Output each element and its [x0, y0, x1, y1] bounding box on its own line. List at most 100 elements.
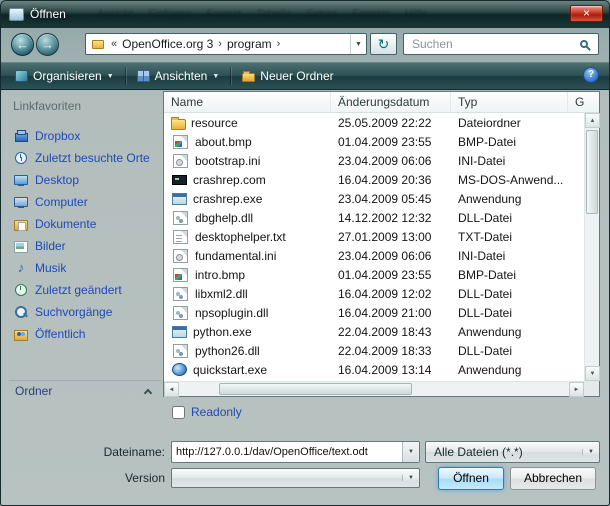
sidebar-item-label: Dropbox	[35, 129, 80, 143]
filename-dropdown-button[interactable]: ▼	[402, 442, 419, 462]
folders-expander[interactable]: Ordner	[9, 380, 161, 398]
sidebar-item-label: Musik	[35, 261, 66, 275]
sidebar-item-recently-changed[interactable]: Zuletzt geändert	[9, 279, 161, 301]
folders-label: Ordner	[15, 384, 52, 398]
breadcrumb-separator-icon[interactable]: ›	[215, 38, 225, 50]
chevron-down-icon: ▼	[588, 449, 594, 455]
back-arrow-icon: ←	[16, 37, 29, 52]
table-row[interactable]: npsoplugin.dll 16.04.2009 21:00 DLL-Date…	[164, 303, 584, 322]
file-name: intro.bmp	[195, 268, 245, 282]
horizontal-scrollbar[interactable]: ◄ ►	[164, 381, 584, 396]
address-bar[interactable]: « OpenOffice.org 3 › program › ▼	[85, 33, 367, 55]
favorites-header: Linkfavoriten	[13, 99, 161, 113]
pictures-icon	[13, 239, 29, 253]
breadcrumb-item[interactable]: program	[225, 37, 274, 51]
sidebar-item-dropbox[interactable]: Dropbox	[9, 125, 161, 147]
table-row[interactable]: about.bmp 01.04.2009 23:55 BMP-Datei	[164, 132, 584, 151]
sidebar-item-music[interactable]: ♪ Musik	[9, 257, 161, 279]
chevron-down-icon: ▼	[408, 475, 414, 481]
table-row[interactable]: intro.bmp 01.04.2009 23:55 BMP-Datei	[164, 265, 584, 284]
organize-button[interactable]: Organisieren ▼	[7, 66, 122, 86]
file-date: 01.04.2009 23:55	[331, 135, 451, 149]
table-row[interactable]: python26.dll 22.04.2009 18:33 DLL-Datei	[164, 341, 584, 360]
filetype-select[interactable]: Alle Dateien (*.*) ▼	[425, 441, 600, 463]
column-header-type[interactable]: Typ	[451, 92, 568, 112]
file-date: 01.04.2009 23:55	[331, 268, 451, 282]
table-row[interactable]: python.exe 22.04.2009 18:43 Anwendung	[164, 322, 584, 341]
file-date: 16.04.2009 21:00	[331, 306, 451, 320]
breadcrumb-separator-icon[interactable]: ›	[274, 38, 284, 50]
new-folder-button[interactable]: Neuer Ordner	[234, 66, 341, 86]
back-button[interactable]: ←	[11, 33, 34, 56]
filename-label: Dateiname:	[21, 445, 165, 459]
forward-arrow-icon: →	[41, 37, 54, 52]
sidebar-item-label: Dokumente	[35, 217, 96, 231]
sidebar-item-label: Desktop	[35, 173, 79, 187]
table-row[interactable]: resource 25.05.2009 22:22 Dateiordner	[164, 113, 584, 132]
table-row[interactable]: libxml2.dll 16.04.2009 12:02 DLL-Datei	[164, 284, 584, 303]
table-row[interactable]: dbghelp.dll 14.12.2002 12:32 DLL-Datei	[164, 208, 584, 227]
sidebar: Linkfavoriten Dropbox Zuletzt besuchte O…	[9, 95, 161, 397]
sidebar-item-pictures[interactable]: Bilder	[9, 235, 161, 257]
scroll-down-button[interactable]: ▼	[585, 366, 600, 381]
help-button[interactable]: ?	[583, 67, 599, 83]
vertical-scrollbar[interactable]: ▲ ▼	[584, 113, 599, 381]
filename-input[interactable]	[172, 442, 402, 462]
sidebar-item-public[interactable]: Öffentlich	[9, 323, 161, 345]
column-header-name[interactable]: Name	[164, 92, 331, 112]
file-name: about.bmp	[195, 135, 252, 149]
txt-file-icon	[173, 230, 188, 244]
close-button[interactable]: ×	[570, 5, 603, 22]
sidebar-item-documents[interactable]: Dokumente	[9, 213, 161, 235]
version-select[interactable]: ▼	[171, 468, 420, 488]
table-row[interactable]: desktophelper.txt 27.01.2009 13:00 TXT-D…	[164, 227, 584, 246]
sidebar-item-computer[interactable]: Computer	[9, 191, 161, 213]
open-button[interactable]: Öffnen	[438, 467, 504, 490]
address-dropdown-button[interactable]: ▼	[350, 34, 366, 54]
file-name: python26.dll	[195, 344, 260, 358]
cancel-button[interactable]: Abbrechen	[510, 467, 596, 490]
sidebar-item-label: Suchvorgänge	[35, 305, 112, 319]
sidebar-item-recent-places[interactable]: Zuletzt besuchte Orte	[9, 147, 161, 169]
readonly-checkbox[interactable]	[172, 406, 185, 419]
version-dropdown-button[interactable]: ▼	[402, 475, 419, 481]
views-button[interactable]: Ansichten ▼	[129, 66, 228, 86]
horizontal-scroll-thumb[interactable]	[219, 383, 412, 395]
file-date: 16.04.2009 20:36	[331, 173, 451, 187]
table-row[interactable]: crashrep.com 16.04.2009 20:36 MS-DOS-Anw…	[164, 170, 584, 189]
forward-button[interactable]: →	[36, 33, 59, 56]
vertical-scroll-thumb[interactable]	[586, 130, 598, 214]
sidebar-item-searches[interactable]: Suchvorgänge	[9, 301, 161, 323]
breadcrumb-item[interactable]: OpenOffice.org 3	[120, 37, 215, 51]
file-type: INI-Datei	[451, 154, 568, 168]
column-header-date[interactable]: Änderungsdatum	[331, 92, 451, 112]
file-date: 22.04.2009 18:43	[331, 325, 451, 339]
ghost-menu-item: Einfügen	[148, 8, 191, 20]
arrow-left-icon: ◄	[169, 387, 175, 393]
table-row[interactable]: quickstart.exe 16.04.2009 13:14 Anwendun…	[164, 360, 584, 379]
scrollbar-corner	[584, 381, 599, 396]
scroll-right-button[interactable]: ►	[569, 382, 584, 397]
bmp-file-icon	[173, 135, 188, 149]
scroll-up-button[interactable]: ▲	[585, 113, 600, 128]
refresh-button[interactable]: ↻	[370, 33, 397, 55]
arrow-right-icon: ►	[574, 387, 580, 393]
table-row[interactable]: crashrep.exe 23.04.2009 05:45 Anwendung	[164, 189, 584, 208]
toolbar-separator	[230, 67, 231, 85]
column-header-size[interactable]: G	[568, 92, 599, 112]
sidebar-item-desktop[interactable]: Desktop	[9, 169, 161, 191]
search-input[interactable]	[410, 36, 580, 52]
file-name: desktophelper.txt	[195, 230, 286, 244]
filename-combo: ▼	[171, 441, 420, 463]
filetype-dropdown-button[interactable]: ▼	[582, 449, 599, 455]
file-type: MS-DOS-Anwend...	[451, 173, 568, 187]
file-date: 23.04.2009 05:45	[331, 192, 451, 206]
table-row[interactable]: fundamental.ini 23.04.2009 06:06 INI-Dat…	[164, 246, 584, 265]
search-icon[interactable]	[580, 40, 588, 48]
scroll-left-button[interactable]: ◄	[164, 382, 179, 397]
breadcrumb-overflow-icon[interactable]: «	[108, 38, 120, 50]
table-row[interactable]: bootstrap.ini 23.04.2009 06:06 INI-Datei	[164, 151, 584, 170]
sidebar-item-label: Zuletzt besuchte Orte	[35, 151, 150, 165]
version-label: Version	[21, 471, 165, 485]
new-folder-label: Neuer Ordner	[260, 69, 333, 83]
